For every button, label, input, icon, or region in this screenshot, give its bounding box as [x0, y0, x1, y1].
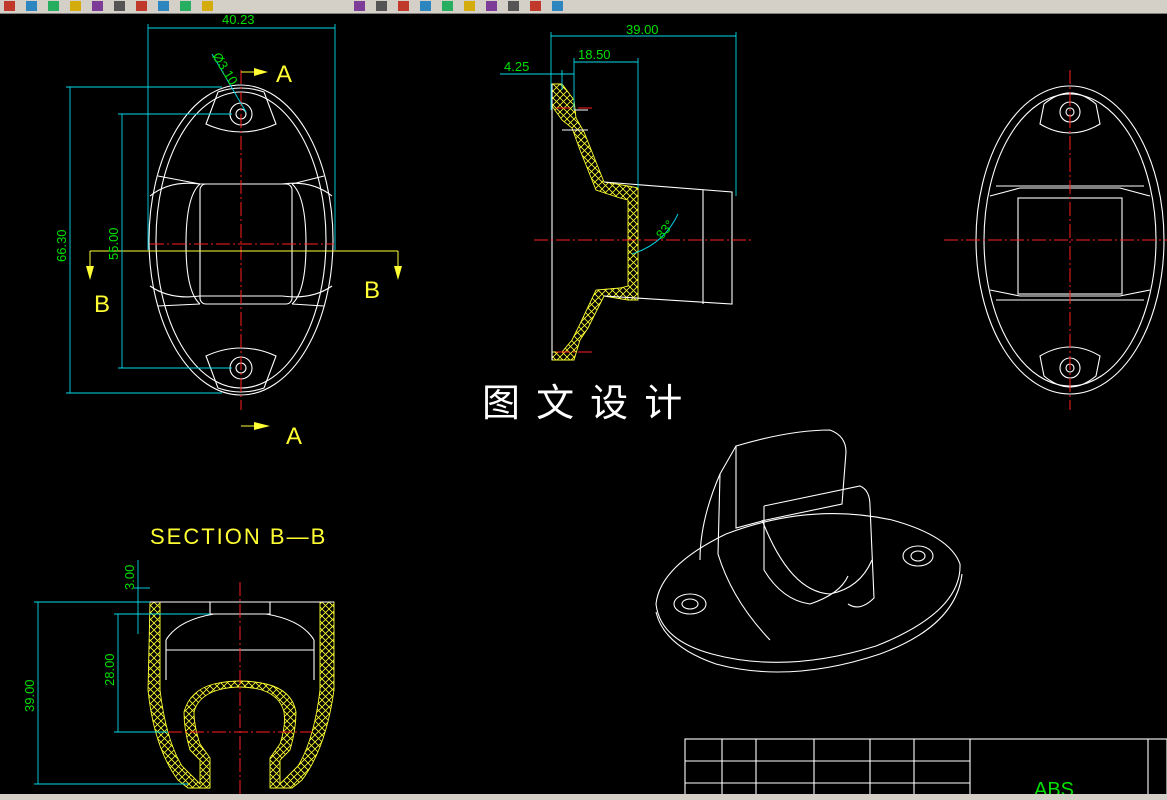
title-block [684, 738, 1167, 794]
status-bar [0, 794, 1167, 800]
section-label-a-top: A [276, 61, 292, 88]
front-view [66, 24, 402, 430]
dim-side-width: 39.00 [626, 22, 659, 37]
zoom-icon[interactable] [354, 1, 365, 11]
dimension-icon[interactable] [508, 1, 519, 11]
cad-toolbar [0, 0, 1167, 14]
section-label-a-bottom: A [286, 423, 302, 450]
material-label: ABS [1034, 779, 1074, 794]
dim-side-step: 18.50 [578, 47, 611, 62]
section-bb-view [34, 560, 335, 794]
layer-icon[interactable] [376, 1, 387, 11]
dim-section-height: 39.00 [22, 679, 37, 712]
circle-icon[interactable] [464, 1, 475, 11]
undo-icon[interactable] [158, 1, 169, 11]
dim-hole-diameter: Ø3.10 [209, 50, 240, 88]
new-icon[interactable] [4, 1, 15, 11]
section-title: SECTION B—B [150, 524, 327, 549]
cad-drawing-canvas: 40.23 Ø3.10 66.30 55.00 A A B B 39.00 18… [22, 14, 1167, 794]
hatch-icon[interactable] [486, 1, 497, 11]
dim-section-inner: 28.00 [102, 653, 117, 686]
properties-icon[interactable] [398, 1, 409, 11]
dim-front-inner-height: 55.00 [106, 227, 121, 260]
text-icon[interactable] [530, 1, 541, 11]
watermark-text: 图 文 设 计 [482, 381, 684, 425]
back-view [944, 70, 1167, 410]
redo-icon[interactable] [180, 1, 191, 11]
line-icon[interactable] [420, 1, 431, 11]
print-icon[interactable] [70, 1, 81, 11]
pan-icon[interactable] [202, 1, 213, 11]
open-icon[interactable] [26, 1, 37, 11]
isometric-view [655, 429, 963, 673]
paste-icon[interactable] [136, 1, 147, 11]
dim-front-width: 40.23 [222, 14, 255, 27]
dim-front-height: 66.30 [54, 229, 69, 262]
side-section-view [500, 32, 752, 361]
dim-side-angle: 83° [653, 217, 677, 242]
cut-icon[interactable] [92, 1, 103, 11]
save-icon[interactable] [48, 1, 59, 11]
copy-icon[interactable] [114, 1, 125, 11]
section-label-b-right: B [364, 277, 380, 304]
section-label-b-left: B [94, 291, 110, 318]
dim-section-top: 3.00 [122, 565, 137, 590]
arc-icon[interactable] [442, 1, 453, 11]
dim-side-wall: 4.25 [504, 59, 529, 74]
measure-icon[interactable] [552, 1, 563, 11]
